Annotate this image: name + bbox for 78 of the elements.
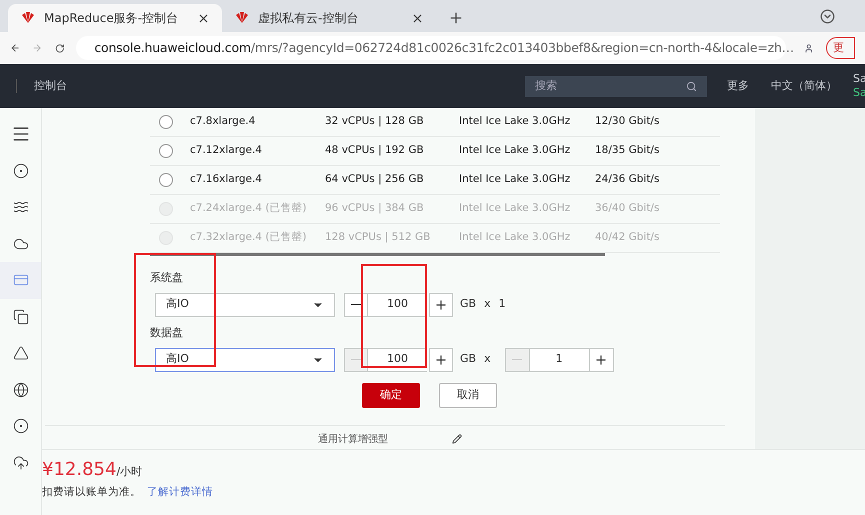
- cpu-type: Intel Ice Lake 3.0GHz: [459, 143, 572, 158]
- disk-type-select[interactable]: 高IO: [155, 292, 335, 316]
- billing-details-link[interactable]: 了解计费详情: [147, 484, 213, 500]
- flavor-name: c7.12xlarge.4: [190, 143, 263, 158]
- badge-icon: [12, 418, 28, 434]
- flavor-row[interactable]: c7.8xlarge.4 32 vCPUs | 128 GB Intel Ice Lake 3.0GHz 12/30 Gbit/s: [150, 108, 720, 137]
- console-link[interactable]: 控制台: [34, 78, 67, 94]
- cancel-button[interactable]: 取消: [439, 383, 497, 408]
- triangle-icon: [12, 345, 28, 362]
- logo-icon: [234, 12, 250, 24]
- flavor-row[interactable]: c7.12xlarge.4 48 vCPUs | 192 GB Intel Ice Lake 3.0GHz 18/35 Gbit/s: [150, 137, 720, 166]
- search-field[interactable]: 搜索: [525, 76, 707, 96]
- count-stepper[interactable]: 1: [504, 348, 614, 372]
- size-input[interactable]: 100: [368, 292, 427, 316]
- minus-icon: [512, 358, 522, 360]
- billing-note: 扣费请以账单为准。: [42, 484, 141, 500]
- cpu-type: Intel Ice Lake 3.0GHz: [459, 114, 572, 130]
- flavor-row[interactable]: c7.16xlarge.4 64 vCPUs | 256 GB Intel Ice Lake 3.0GHz 24/36 Gbit/s: [150, 166, 720, 195]
- cpu-type: Intel Ice Lake 3.0GHz: [459, 172, 572, 188]
- cpu-type: Intel Ice Lake 3.0GHz: [459, 201, 572, 216]
- more-menu[interactable]: 更多: [727, 78, 749, 94]
- cpu-memory: 64 vCPUs | 256 GB: [325, 172, 425, 188]
- close-icon[interactable]: [411, 12, 424, 24]
- tab-title: MapReduce服务-控制台: [44, 10, 180, 27]
- url-text: console.huaweicloud.com/mrs/?agencyId=062724d81c0026c31fc2c013403bbef8&region=cn-north-4&locale=zh…: [94, 38, 794, 57]
- increment-button[interactable]: [429, 292, 453, 316]
- bandwidth: 24/36 Gbit/s: [595, 172, 660, 188]
- times-label: x: [484, 351, 491, 368]
- flavor-name: c7.24xlarge.4 (已售罄): [190, 201, 308, 216]
- browser-tab[interactable]: 虚拟私有云-控制台: [222, 4, 436, 32]
- circle-icon: [12, 162, 28, 179]
- decrement-button[interactable]: [344, 292, 368, 316]
- unit-label: GB: [460, 296, 476, 312]
- tab-title: 虚拟私有云-控制台: [258, 10, 360, 27]
- browser-tab[interactable]: MapReduce服务-控制台: [8, 4, 222, 32]
- cpu-memory: 32 vCPUs | 128 GB: [325, 114, 425, 130]
- price-unit: /小时: [116, 464, 142, 480]
- price: ¥12.854: [42, 458, 116, 481]
- radio-button[interactable]: [159, 144, 173, 158]
- update-button[interactable]: 更: [826, 37, 855, 59]
- plus-icon: [594, 352, 608, 366]
- confirm-button[interactable]: 确定: [362, 383, 420, 408]
- cpu-memory: 48 vCPUs | 192 GB: [325, 143, 425, 158]
- section-title: 通用计算增强型: [318, 432, 388, 447]
- plus-icon: [434, 352, 448, 366]
- bandwidth: 12/30 Gbit/s: [595, 114, 660, 130]
- unit-label: GB: [460, 351, 476, 368]
- disk-label: 数据盘: [150, 325, 184, 341]
- flavor-name: c7.16xlarge.4: [190, 172, 263, 188]
- times-label: x: [484, 296, 491, 312]
- plus-icon: [434, 298, 448, 312]
- close-icon[interactable]: [197, 12, 210, 24]
- disk-type-select[interactable]: 高IO: [155, 348, 335, 372]
- cpu-memory: 96 vCPUs | 384 GB: [325, 201, 425, 216]
- increment-button[interactable]: [429, 348, 453, 372]
- bandwidth: 36/40 Gbit/s: [595, 201, 660, 216]
- bandwidth: 18/35 Gbit/s: [595, 143, 660, 158]
- flavor-name: c7.8xlarge.4: [190, 114, 256, 130]
- flavor-name: c7.32xlarge.4 (已售罄): [190, 230, 308, 246]
- dropdown-icon[interactable]: [820, 9, 835, 24]
- minus-icon: [351, 304, 361, 306]
- cpu-type: Intel Ice Lake 3.0GHz: [459, 230, 572, 246]
- new-tab-icon[interactable]: [448, 10, 464, 26]
- globe-icon: [12, 382, 28, 398]
- minus-icon: [351, 358, 361, 360]
- bandwidth: 40/42 Gbit/s: [595, 230, 660, 246]
- search-icon[interactable]: [686, 80, 697, 92]
- cloud-upload-icon: [12, 454, 28, 471]
- count-value: 1: [554, 351, 564, 368]
- edit-icon[interactable]: [452, 434, 462, 444]
- language-menu[interactable]: 中文（简体）: [771, 78, 837, 94]
- cpu-memory: 128 vCPUs | 512 GB: [325, 230, 432, 246]
- disk-label: 系统盘: [150, 270, 184, 286]
- radio-button[interactable]: [159, 115, 173, 129]
- logo-icon: [20, 12, 36, 24]
- count-label: 1: [498, 296, 506, 312]
- radio-button[interactable]: [159, 173, 173, 187]
- copy-icon: [12, 308, 28, 325]
